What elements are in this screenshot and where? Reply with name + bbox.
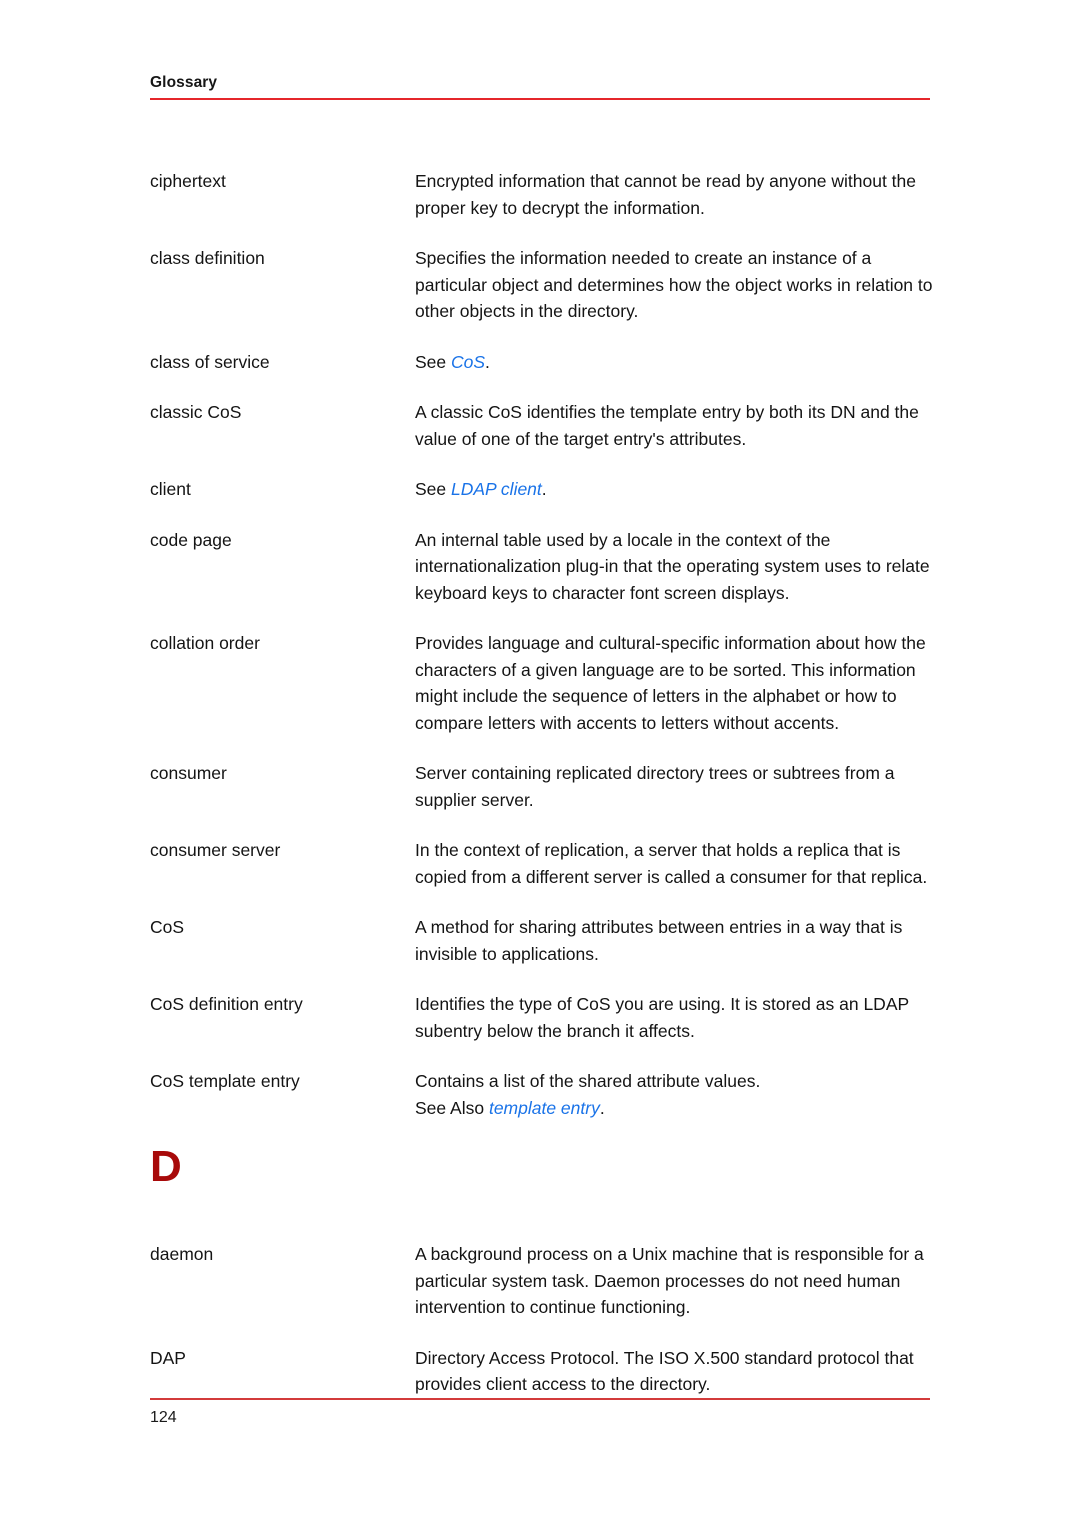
glossary-term: class definition	[150, 248, 265, 268]
glossary-definition: See CoS.	[415, 349, 937, 376]
glossary-definition: Specifies the information needed to crea…	[415, 245, 937, 325]
glossary-definition: Server containing replicated directory t…	[415, 760, 937, 813]
glossary-term: consumer server	[150, 840, 281, 860]
glossary-entry: code page An internal table used by a lo…	[150, 527, 940, 607]
definition-text: In the context of replication, a server …	[415, 840, 928, 887]
glossary-term: client	[150, 479, 191, 499]
definition-text: Server containing replicated directory t…	[415, 763, 895, 810]
definition-text: Encrypted information that cannot be rea…	[415, 171, 917, 218]
glossary-term: collation order	[150, 633, 260, 653]
glossary-term: classic CoS	[150, 402, 242, 422]
glossary-entry: CoS definition entry Identifies the type…	[150, 991, 940, 1044]
definition-text: A classic CoS identifies the template en…	[415, 402, 919, 449]
page-footer: 124	[150, 1398, 930, 1427]
glossary-term: class of service	[150, 351, 270, 372]
glossary-definition: An internal table used by a locale in th…	[415, 527, 937, 607]
glossary-page: Glossary ciphertext Encrypted informatio…	[0, 0, 1080, 1528]
definition-text: Directory Access Protocol. The ISO X.500…	[415, 1347, 914, 1395]
glossary-entry: consumer Server containing replicated di…	[150, 760, 940, 813]
glossary-entry: daemon A background process on a Unix ma…	[150, 1241, 940, 1321]
glossary-definition: In the context of replication, a server …	[415, 837, 937, 890]
page-number: 124	[150, 1409, 177, 1426]
definition-text: Provides language and cultural-specific …	[415, 633, 926, 733]
glossary-term: DAP	[150, 1347, 186, 1368]
page-header: Glossary	[150, 74, 930, 101]
header-divider	[150, 98, 930, 101]
glossary-entry: DAP Directory Access Protocol. The ISO X…	[150, 1345, 940, 1398]
definition-punctuation: .	[599, 1097, 605, 1118]
definition-text: A method for sharing attributes between …	[415, 917, 903, 964]
glossary-definition: See LDAP client.	[415, 476, 937, 503]
glossary-entry: classic CoS A classic CoS identifies the…	[150, 399, 940, 452]
definition-text: See LDAP client.	[415, 476, 937, 503]
glossary-term: CoS template entry	[150, 1071, 300, 1091]
glossary-entry: CoS A method for sharing attributes betw…	[150, 914, 940, 967]
definition-text: A background process on a Unix machine t…	[415, 1244, 924, 1317]
footer-divider	[150, 1398, 930, 1400]
page-title: Glossary	[150, 74, 218, 91]
glossary-definition: A method for sharing attributes between …	[415, 914, 937, 967]
definition-text: See CoS.	[415, 349, 937, 376]
glossary-list: ciphertext Encrypted information that ca…	[150, 168, 940, 1422]
glossary-definition: Encrypted information that cannot be rea…	[415, 168, 937, 221]
glossary-definition: A background process on a Unix machine t…	[415, 1241, 937, 1321]
glossary-entry: CoS template entry Contains a list of th…	[150, 1068, 940, 1121]
glossary-entry: class of service See CoS.	[150, 349, 940, 376]
glossary-term: CoS	[150, 917, 185, 937]
glossary-definition: Contains a list of the shared attribute …	[415, 1068, 937, 1121]
glossary-term: consumer	[150, 763, 227, 783]
definition-punctuation: .	[541, 479, 547, 499]
cross-reference-link[interactable]: LDAP client	[451, 479, 542, 499]
definition-text: Contains a list of the shared attribute …	[415, 1071, 761, 1091]
see-also-label: See Also	[415, 1097, 489, 1118]
glossary-entry: consumer server In the context of replic…	[150, 837, 940, 890]
definition-text: Identifies the type of CoS you are using…	[415, 994, 909, 1041]
glossary-entry: class definition Specifies the informati…	[150, 245, 940, 325]
glossary-entry: ciphertext Encrypted information that ca…	[150, 168, 940, 221]
glossary-term: ciphertext	[150, 171, 226, 191]
glossary-definition: Directory Access Protocol. The ISO X.500…	[415, 1345, 937, 1398]
definition-punctuation: .	[485, 351, 490, 372]
glossary-definition: Identifies the type of CoS you are using…	[415, 991, 937, 1044]
glossary-term: CoS definition entry	[150, 994, 303, 1014]
definition-text: An internal table used by a locale in th…	[415, 529, 930, 603]
cross-reference-link[interactable]: CoS	[451, 352, 485, 372]
glossary-entry: collation order Provides language and cu…	[150, 630, 940, 736]
see-label: See	[415, 351, 451, 372]
glossary-definition: Provides language and cultural-specific …	[415, 630, 937, 736]
glossary-entry: client See LDAP client.	[150, 476, 940, 503]
glossary-term: daemon	[150, 1244, 214, 1264]
glossary-term: code page	[150, 529, 232, 550]
glossary-definition: A classic CoS identifies the template en…	[415, 399, 937, 452]
cross-reference-link[interactable]: template entry	[489, 1098, 600, 1118]
section-letter-d: D	[150, 1142, 183, 1191]
definition-text: Specifies the information needed to crea…	[415, 248, 933, 321]
see-label: See	[415, 479, 451, 499]
see-also-text: See Also template entry.	[415, 1095, 937, 1122]
